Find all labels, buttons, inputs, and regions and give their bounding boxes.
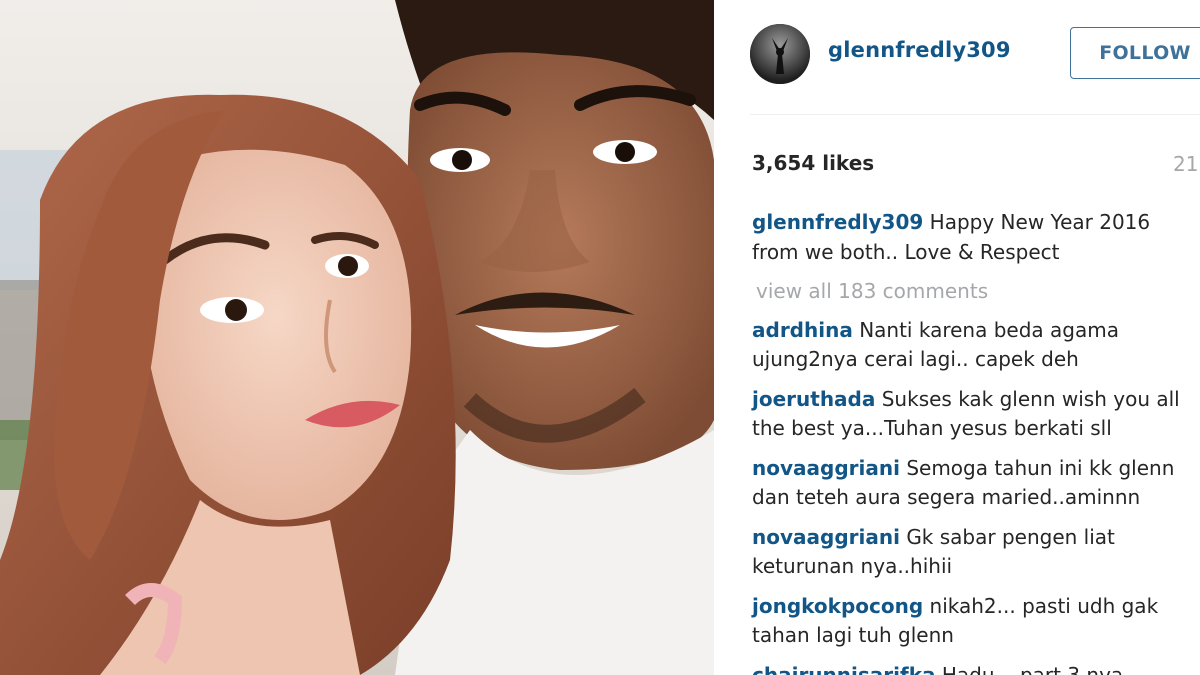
- comment-text: Hadu... part 3 nya: [941, 662, 1124, 675]
- post-photo[interactable]: [0, 0, 714, 675]
- comments-list: glennfredly309 Happy New Year 2016 from …: [752, 208, 1192, 675]
- comment-item: adrdhina Nanti karena beda agama ujung2n…: [752, 316, 1192, 375]
- likes-count[interactable]: 3,654 likes: [752, 151, 874, 175]
- comment-item: novaaggriani Gk sabar pengen liat keturu…: [752, 523, 1192, 582]
- header-divider: [750, 114, 1200, 115]
- comment-username[interactable]: novaaggriani: [752, 525, 900, 549]
- post-photo-illustration: [0, 0, 714, 675]
- comment-item: joeruthada Sukses kak glenn wish you all…: [752, 385, 1192, 444]
- caption-username[interactable]: glennfredly309: [752, 210, 923, 234]
- comment-item: jongkokpocong nikah2... pasti udh gak ta…: [752, 592, 1192, 651]
- caption: glennfredly309 Happy New Year 2016 from …: [752, 208, 1192, 267]
- profile-silhouette-icon: [750, 24, 810, 84]
- avatar[interactable]: [750, 24, 810, 84]
- comment-item: chairunnisarifka Hadu... part 3 nya: [752, 661, 1192, 675]
- follow-button[interactable]: FOLLOW: [1070, 27, 1200, 79]
- post-header: glennfredly309 FOLLOW: [714, 0, 1200, 114]
- comment-username[interactable]: adrdhina: [752, 318, 853, 342]
- post-details-panel: glennfredly309 FOLLOW 3,654 likes 21h gl…: [714, 0, 1200, 675]
- post-time-ago[interactable]: 21h: [1173, 152, 1200, 176]
- comment-username[interactable]: jongkokpocong: [752, 594, 923, 618]
- view-all-comments-link[interactable]: view all 183 comments: [756, 277, 1192, 307]
- comment-username[interactable]: chairunnisarifka: [752, 663, 936, 675]
- comment-username[interactable]: novaaggriani: [752, 456, 900, 480]
- comment-username[interactable]: joeruthada: [752, 387, 875, 411]
- comment-item: novaaggriani Semoga tahun ini kk glenn d…: [752, 454, 1192, 513]
- post-author-username[interactable]: glennfredly309: [828, 38, 1011, 62]
